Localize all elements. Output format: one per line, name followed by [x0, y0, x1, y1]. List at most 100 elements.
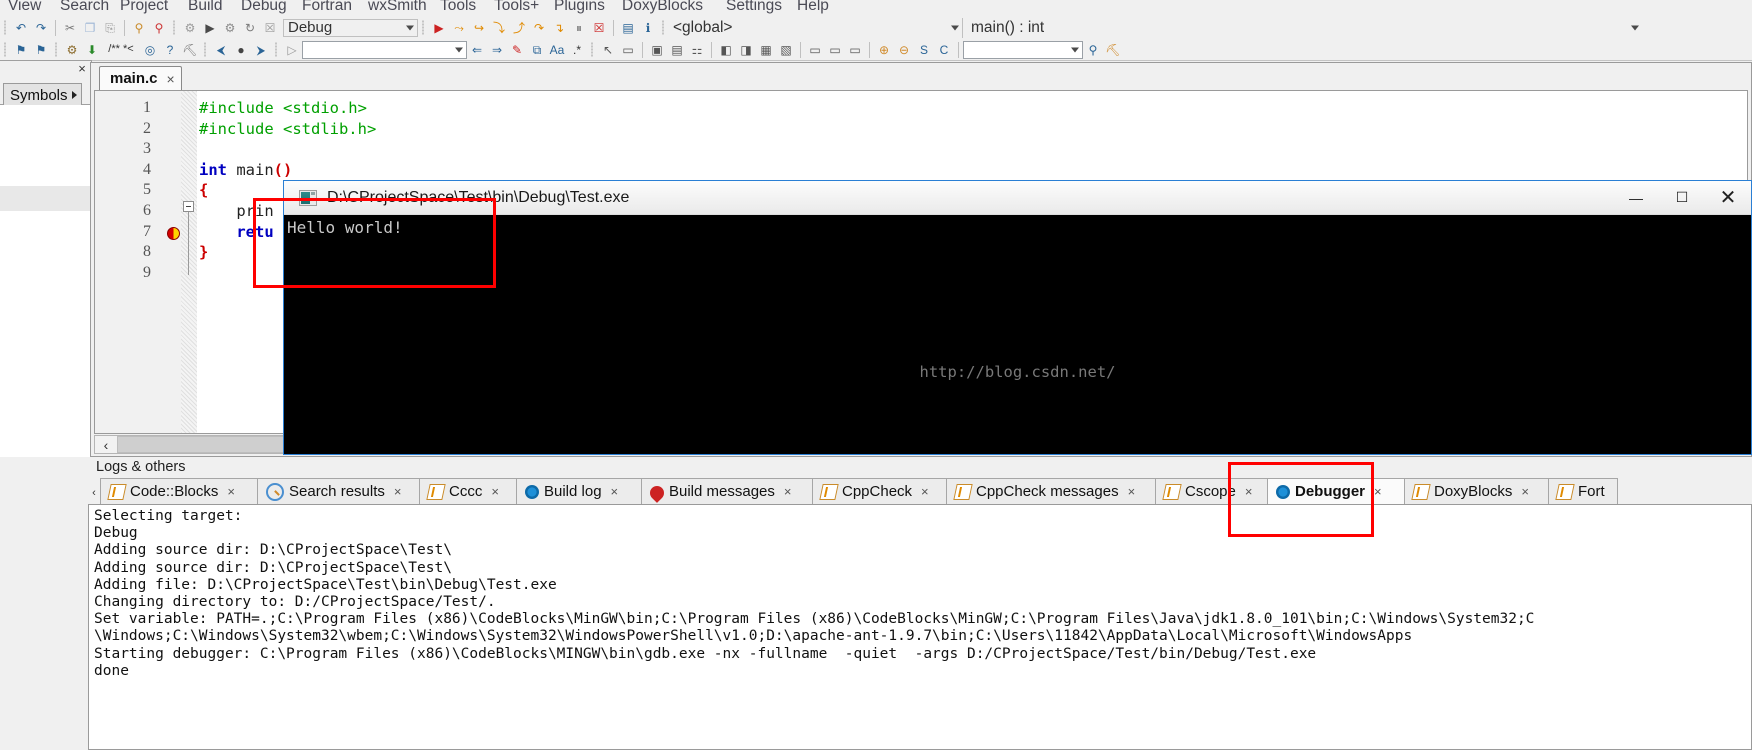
- debug-break-icon[interactable]: ⏸: [569, 18, 589, 37]
- menu-item-wxsmith[interactable]: wxSmith: [360, 0, 435, 18]
- chevron-down-icon[interactable]: [406, 25, 414, 30]
- layout-icon[interactable]: ▧: [776, 40, 796, 59]
- menu-item-settings[interactable]: Settings: [718, 0, 790, 18]
- logs-tab-cppcheck-messages[interactable]: CppCheck messages ×: [946, 478, 1156, 504]
- debug-run-to-cursor-icon[interactable]: ⤳: [449, 18, 469, 37]
- goto-previous-icon[interactable]: ⮜: [211, 40, 231, 59]
- scope-combo[interactable]: <global>: [669, 17, 962, 38]
- maximize-button[interactable]: ☐: [1659, 181, 1705, 215]
- menu-item-doxyblocks[interactable]: DoxyBlocks: [614, 0, 711, 18]
- zoom-in-icon[interactable]: ⊕: [874, 40, 894, 59]
- chevron-down-icon[interactable]: [1631, 25, 1639, 30]
- debug-step-into-instruction-icon[interactable]: ↴: [549, 18, 569, 37]
- toolbar-grip[interactable]: [171, 19, 178, 36]
- logs-tab-scroll-left-icon[interactable]: ‹: [88, 482, 100, 504]
- menu-item-build[interactable]: Build: [180, 0, 230, 18]
- fold-margin[interactable]: [181, 91, 197, 433]
- menu-item-plugins[interactable]: Plugins: [546, 0, 613, 18]
- dialog-icon[interactable]: ▣: [647, 40, 667, 59]
- close-icon[interactable]: ×: [1245, 484, 1253, 499]
- symbols-tree[interactable]: ce cesain.c: [0, 105, 92, 457]
- close-icon[interactable]: ×: [491, 484, 499, 499]
- debug-next-instruction-icon[interactable]: ↷: [529, 18, 549, 37]
- close-icon[interactable]: ×: [921, 484, 929, 499]
- toolbar-grip[interactable]: [589, 41, 596, 58]
- chevron-down-icon[interactable]: [1071, 47, 1079, 52]
- symbols-tree-item[interactable]: ces: [0, 161, 92, 186]
- spacer2-icon[interactable]: ▭: [825, 40, 845, 59]
- zoom-out-icon[interactable]: ⊖: [894, 40, 914, 59]
- logs-tab-fort[interactable]: Fort: [1548, 478, 1618, 504]
- close-icon[interactable]: ×: [1374, 484, 1382, 499]
- toolbar-grip[interactable]: [53, 41, 60, 58]
- debug-next-line-icon[interactable]: ↪: [469, 18, 489, 37]
- doxyblocks-help-icon[interactable]: ?: [160, 40, 180, 59]
- incremental-search-field[interactable]: [302, 40, 467, 59]
- logs-tab-cppcheck[interactable]: CppCheck ×: [812, 478, 947, 504]
- close-icon[interactable]: ×: [611, 484, 619, 499]
- build-target-combo[interactable]: Debug: [283, 18, 418, 37]
- menu-item-tools[interactable]: Tools: [432, 0, 484, 18]
- highlight-icon[interactable]: ✎: [507, 40, 527, 59]
- search-next-icon[interactable]: ⇒: [487, 40, 507, 59]
- cut-icon[interactable]: ✂: [60, 18, 80, 37]
- close-icon[interactable]: ×: [784, 484, 792, 499]
- find-replace-icon[interactable]: ⚲: [149, 18, 169, 37]
- logs-tab-doxyblocks[interactable]: DoxyBlocks ×: [1404, 478, 1549, 504]
- various-info-icon[interactable]: ℹ: [638, 18, 658, 37]
- rebuild-icon[interactable]: ↻: [240, 18, 260, 37]
- symbols-tree-item[interactable]: ain.c: [0, 186, 92, 211]
- goto-next-icon[interactable]: ⮞: [251, 40, 271, 59]
- close-icon[interactable]: ×: [227, 484, 235, 499]
- function-combo[interactable]: main() : int: [962, 17, 1642, 38]
- scroll-left-icon[interactable]: ‹: [95, 436, 117, 453]
- debugger-log-output[interactable]: Selecting target: Debug Adding source dir:…: [88, 504, 1752, 750]
- menu-item-fortran[interactable]: Fortran: [294, 0, 360, 18]
- toolbar-grip[interactable]: [2, 19, 9, 36]
- build-icon[interactable]: ⚙: [180, 18, 200, 37]
- run-icon[interactable]: ▶: [200, 18, 220, 37]
- pointer-icon[interactable]: ↖: [598, 40, 618, 59]
- breakpoint-marker[interactable]: [167, 226, 180, 240]
- panel-icon[interactable]: ▭: [618, 40, 638, 59]
- debugging-windows-icon[interactable]: ▤: [618, 18, 638, 37]
- toolbar-grip[interactable]: [420, 19, 427, 36]
- symbols-tree-item[interactable]: [0, 136, 92, 161]
- menu-item-tools-[interactable]: Tools+: [486, 0, 547, 18]
- toolbar-grip[interactable]: [273, 41, 280, 58]
- console-title-bar[interactable]: D:\CProjectSpace\Test\bin\Debug\Test.exe…: [284, 181, 1751, 215]
- debug-step-into-icon[interactable]: ⤵: [489, 18, 509, 37]
- settings-wrench-icon[interactable]: ⛏: [1103, 40, 1123, 59]
- toolbar-grip[interactable]: [202, 41, 209, 58]
- debug-continue-icon[interactable]: ▶: [429, 18, 449, 37]
- close-icon[interactable]: ×: [167, 71, 175, 87]
- select-all-occurrences-icon[interactable]: ⧉: [527, 40, 547, 59]
- zoom-fit-icon[interactable]: ⚲: [1083, 40, 1103, 59]
- debug-stop-icon[interactable]: ☒: [589, 18, 609, 37]
- tab-symbols[interactable]: Symbols: [3, 83, 82, 105]
- symbols-tree-item[interactable]: ce: [0, 111, 92, 136]
- doxyblocks-comment-icon[interactable]: ◎: [140, 40, 160, 59]
- menu-item-project[interactable]: Project: [112, 0, 176, 18]
- find-icon[interactable]: ⚲: [129, 18, 149, 37]
- paste-icon[interactable]: ⎘: [100, 18, 120, 37]
- toolbar-grip[interactable]: [660, 19, 667, 36]
- chevron-down-icon[interactable]: [951, 25, 959, 30]
- close-button[interactable]: ✕: [1705, 181, 1751, 215]
- console-output-area[interactable]: Hello world! http://blog.csdn.net/: [284, 215, 1751, 454]
- console-window[interactable]: D:\CProjectSpace\Test\bin\Debug\Test.exe…: [283, 180, 1752, 455]
- search-scope-icon[interactable]: ▷: [282, 40, 302, 59]
- logs-tab-cscope[interactable]: Cscope ×: [1155, 478, 1268, 504]
- logs-tab-search-results[interactable]: Search results ×: [257, 478, 420, 504]
- split-h-icon[interactable]: ◧: [716, 40, 736, 59]
- minimize-button[interactable]: —: [1613, 181, 1659, 215]
- menu-item-debug[interactable]: Debug: [233, 0, 295, 18]
- menu-item-help[interactable]: Help: [789, 0, 837, 18]
- bookmark-clear-icon[interactable]: ⚑: [31, 40, 51, 59]
- build-and-run-icon[interactable]: ⚙: [220, 18, 240, 37]
- menu-item-search[interactable]: Search: [52, 0, 117, 18]
- spacer-icon[interactable]: ▭: [805, 40, 825, 59]
- close-icon[interactable]: ×: [75, 62, 89, 76]
- toolbar-grip[interactable]: [2, 41, 9, 58]
- close-icon[interactable]: ×: [1128, 484, 1136, 499]
